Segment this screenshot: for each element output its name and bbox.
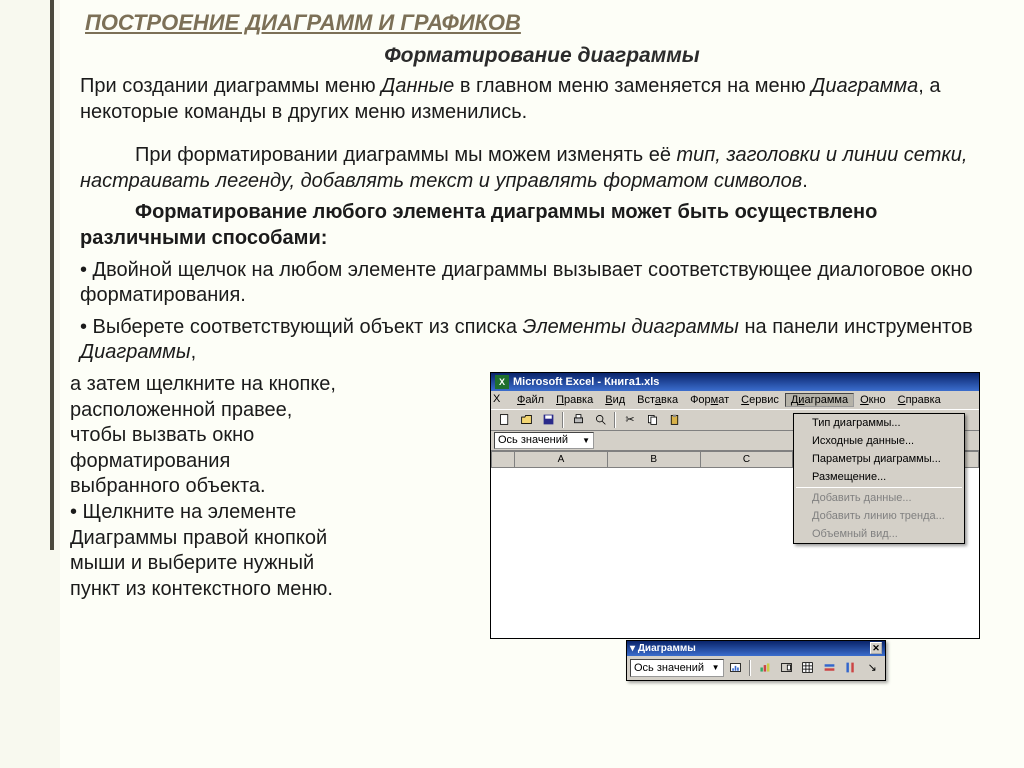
by-col-icon[interactable]: [841, 659, 861, 677]
menu-file[interactable]: Файл: [511, 393, 550, 407]
excel-menubar[interactable]: X Файл Правка Вид Вставка Формат Сервис …: [491, 391, 979, 409]
dd-add-data: Добавить данные...: [794, 489, 964, 507]
dd-source-data[interactable]: Исходные данные...: [794, 432, 964, 450]
copy-icon[interactable]: [642, 411, 662, 429]
float-toolbar-title: Диаграммы: [638, 643, 696, 654]
menu-diagram[interactable]: Диаграмма: [785, 393, 854, 407]
toolbar-sep: [562, 412, 564, 428]
toolbar-sep-2: [614, 412, 616, 428]
float-sep: [749, 660, 751, 676]
chevron-down-icon: ▼: [712, 663, 720, 672]
name-box[interactable]: Ось значений ▼: [494, 432, 594, 449]
menu-window[interactable]: Окно: [854, 393, 892, 407]
slide-content: ПОСТРОЕНИЕ ДИАГРАММ И ГРАФИКОВ Форматиро…: [60, 0, 1024, 768]
body-paragraph-2: Форматирование любого элемента диаграммы…: [80, 200, 1004, 251]
menu-format[interactable]: Формат: [684, 393, 735, 407]
paste-icon[interactable]: [664, 411, 684, 429]
name-box-value: Ось значений: [498, 434, 568, 446]
bullet-1: • Двойной щелчок на любом элементе диагр…: [80, 258, 1004, 309]
angle-text-icon[interactable]: ↘: [863, 659, 883, 677]
col-B[interactable]: B: [608, 451, 701, 468]
body-paragraph-1: При форматировании диаграммы мы можем из…: [80, 143, 1004, 194]
chart-type-icon[interactable]: [755, 659, 775, 677]
chart-element-value: Ось значений: [634, 662, 704, 674]
preview-icon[interactable]: [590, 411, 610, 429]
data-table-icon[interactable]: [798, 659, 818, 677]
excel-app-icon: X: [495, 375, 509, 389]
dd-chart-options[interactable]: Параметры диаграммы...: [794, 450, 964, 468]
bullet-2: • Выберете соответствующий объект из спи…: [80, 315, 1004, 366]
open-icon[interactable]: [516, 411, 536, 429]
excel-title-text: Microsoft Excel - Книга1.xls: [513, 376, 659, 388]
by-row-icon[interactable]: [820, 659, 840, 677]
legend-icon[interactable]: [777, 659, 797, 677]
left-text-column: а затем щелкните на кнопке, расположенно…: [70, 372, 490, 602]
chart-toolbar-floating[interactable]: ▾ Диаграммы ✕ Ось значений ▼: [626, 640, 886, 681]
dd-add-trend: Добавить линию тренда...: [794, 507, 964, 525]
menu-help[interactable]: Справка: [892, 393, 947, 407]
chart-element-select[interactable]: Ось значений ▼: [630, 659, 724, 677]
menu-insert[interactable]: Вставка: [631, 393, 684, 407]
print-icon[interactable]: [568, 411, 588, 429]
cut-icon[interactable]: ✂: [620, 411, 640, 429]
save-icon[interactable]: [538, 411, 558, 429]
excel-titlebar: X Microsoft Excel - Книга1.xls: [491, 373, 979, 391]
new-icon[interactable]: [494, 411, 514, 429]
format-object-icon[interactable]: [726, 659, 746, 677]
intro-paragraph: При создании диаграммы меню Данные в гла…: [80, 74, 1004, 125]
menu-view[interactable]: Вид: [599, 393, 631, 407]
close-icon[interactable]: ✕: [870, 642, 882, 654]
dd-chart-type[interactable]: Тип диаграммы...: [794, 414, 964, 432]
page-title: ПОСТРОЕНИЕ ДИАГРАММ И ГРАФИКОВ: [85, 10, 1014, 36]
page-subtitle: Форматирование диаграммы: [70, 44, 1014, 68]
menu-edit[interactable]: Правка: [550, 393, 599, 407]
dd-3d-view: Объемный вид...: [794, 525, 964, 543]
col-C[interactable]: C: [701, 451, 794, 468]
float-toolbar-header[interactable]: ▾ Диаграммы ✕: [627, 641, 885, 656]
chevron-down-icon: ▼: [582, 436, 590, 445]
col-A[interactable]: A: [515, 451, 608, 468]
dd-location[interactable]: Размещение...: [794, 468, 964, 486]
left-accent-bar: [0, 0, 60, 768]
diagram-dropdown: Тип диаграммы... Исходные данные... Пара…: [793, 413, 965, 544]
menu-tools[interactable]: Сервис: [735, 393, 785, 407]
dd-separator: [796, 487, 962, 488]
workbook-icon: X: [493, 393, 507, 407]
excel-window: X Microsoft Excel - Книга1.xls X Файл Пр…: [490, 372, 980, 639]
select-all-corner[interactable]: [491, 451, 515, 468]
